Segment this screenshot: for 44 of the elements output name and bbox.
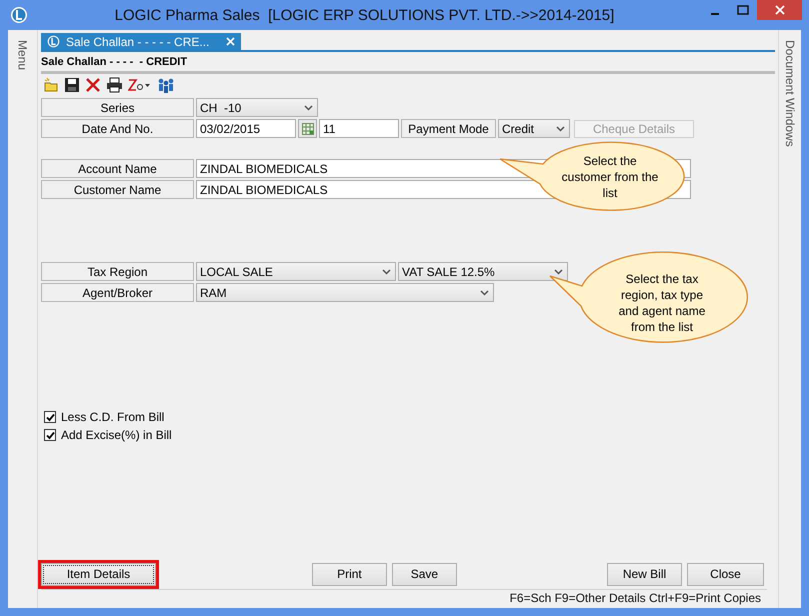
- agent-dropdown[interactable]: RAM: [196, 283, 494, 302]
- form-button[interactable]: Print: [312, 562, 387, 586]
- tax-region-dropdown[interactable]: LOCAL SALE: [196, 262, 396, 281]
- form-button[interactable]: Item Details: [41, 562, 156, 586]
- maximize-icon: [737, 5, 749, 15]
- delete-icon[interactable]: [85, 77, 101, 93]
- close-icon[interactable]: [226, 37, 235, 46]
- field-label: Series: [41, 98, 194, 117]
- field-label: Tax Region: [41, 262, 194, 281]
- shortcut-hints: F6=Sch F9=Other Details Ctrl+F9=Print Copies: [510, 590, 761, 606]
- document-windows-panel-tab[interactable]: Document Windows: [783, 40, 797, 147]
- payment-mode-dropdown[interactable]: Credit: [498, 119, 570, 138]
- save-icon[interactable]: [64, 77, 80, 93]
- series-dropdown[interactable]: CH -10: [196, 98, 318, 117]
- menu-panel-tab[interactable]: Menu: [16, 40, 30, 70]
- close-button[interactable]: [757, 0, 802, 20]
- field-label: Customer Name: [41, 180, 194, 199]
- app-logo-icon: [10, 6, 28, 24]
- form-button[interactable]: Close: [687, 562, 764, 586]
- window-title: LOGIC Pharma Sales [LOGIC ERP SOLUTIONS PVT. LTD.->>2014-2015]: [114, 6, 616, 24]
- callout-text: Select the tax region, tax type and agent name from the list: [618, 271, 706, 335]
- checkbox[interactable]: [44, 411, 56, 423]
- field-label: Date And No.: [41, 119, 194, 138]
- users-icon[interactable]: [157, 77, 175, 93]
- checkbox-label: Add Excise(%) in Bill: [61, 428, 172, 442]
- form-title: Sale Challan - - - - - CREDIT: [41, 56, 188, 68]
- checkbox[interactable]: [44, 429, 56, 441]
- minimize-icon: [711, 13, 719, 15]
- printer-icon[interactable]: [106, 77, 123, 93]
- date-field[interactable]: 03/02/2015: [196, 119, 296, 138]
- field-label: Account Name: [41, 159, 194, 178]
- close-icon: [774, 5, 784, 15]
- zoom-icon[interactable]: [128, 78, 152, 92]
- new-document-icon[interactable]: [43, 77, 59, 93]
- tax-type-dropdown[interactable]: VAT SALE 12.5%: [398, 262, 568, 281]
- field-label: Payment Mode: [401, 119, 496, 138]
- field-label: Agent/Broker: [41, 283, 194, 302]
- number-field[interactable]: 11: [319, 119, 399, 138]
- checkbox-label: Less C.D. From Bill: [61, 410, 164, 424]
- app-logo-icon: [47, 35, 60, 48]
- calendar-icon[interactable]: [298, 119, 317, 138]
- form-button[interactable]: New Bill: [607, 562, 682, 586]
- form-button[interactable]: Save: [392, 562, 457, 586]
- document-tab[interactable]: Sale Challan - - - - - CRE...: [41, 33, 241, 50]
